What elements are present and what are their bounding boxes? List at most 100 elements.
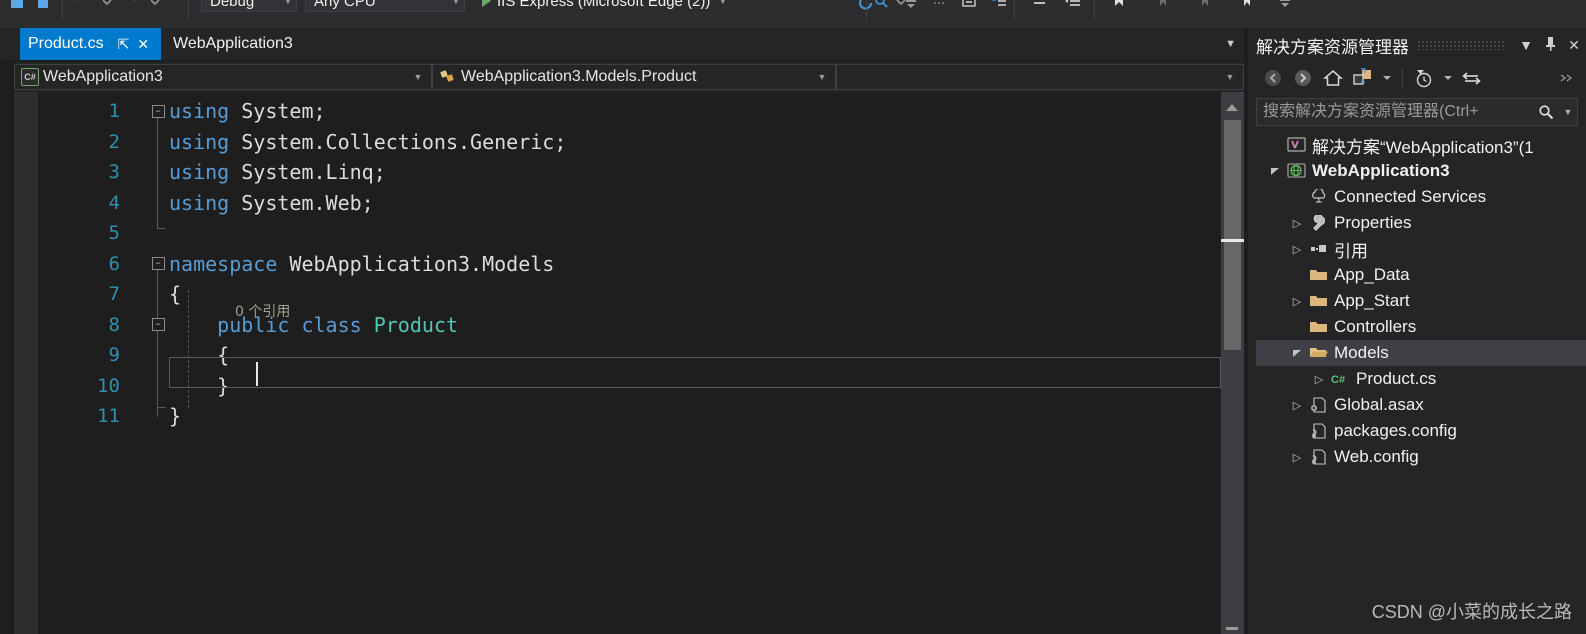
tree-item-models[interactable]: Models <box>1256 340 1586 366</box>
save-icon[interactable] <box>6 0 28 14</box>
code-line[interactable]: 8 − public class Product <box>38 310 1244 341</box>
solution-explorer-search[interactable]: ▼ <box>1256 98 1578 126</box>
tree-item-controllers[interactable]: Controllers <box>1256 314 1586 340</box>
fold-collapse-icon[interactable]: − <box>150 257 166 271</box>
close-icon[interactable]: ✕ <box>137 37 149 51</box>
expand-arrow-icon[interactable]: ▷ <box>1288 217 1306 230</box>
scrollbar-thumb[interactable] <box>1224 120 1241 350</box>
chevron-down-icon[interactable]: ▼ <box>409 72 427 82</box>
chevron-down-icon[interactable]: ▼ <box>813 72 831 82</box>
tree-item-web.config[interactable]: ▷ Web.config <box>1256 444 1586 470</box>
tree-item-webapplication31[interactable]: 解决方案“WebApplication3”(1 <box>1256 132 1586 158</box>
scroll-up-icon[interactable] <box>1226 104 1238 111</box>
expand-arrow-icon[interactable]: ▷ <box>1288 295 1306 308</box>
forward-icon[interactable] <box>1288 65 1318 91</box>
code-line[interactable]: 4 using System.Web; <box>38 188 1244 219</box>
collapse-arrow-icon[interactable] <box>1288 348 1306 358</box>
find-dropdown-icon[interactable] <box>900 0 922 14</box>
tree-item-global.asax[interactable]: ▷ Global.asax <box>1256 392 1586 418</box>
chevron-down-icon[interactable]: ▼ <box>448 0 464 6</box>
next-bookmark-icon[interactable] <box>1194 0 1216 14</box>
sync-with-active-document-icon[interactable] <box>1348 65 1378 91</box>
codelens-references[interactable]: 0 个引用 <box>235 301 290 321</box>
chevron-down-icon[interactable]: ▼ <box>280 0 296 6</box>
pin-icon[interactable] <box>1538 36 1562 55</box>
chevron-down-icon[interactable]: ▼ <box>718 0 727 6</box>
chevron-down-icon[interactable]: ▼ <box>1221 72 1239 82</box>
folder-icon <box>1306 319 1332 335</box>
code-line[interactable]: 2 using System.Collections.Generic; <box>38 127 1244 158</box>
tab-label: WebApplication3 <box>173 35 293 52</box>
panel-drag-grip[interactable] <box>1417 40 1506 50</box>
scroll-down-icon[interactable] <box>1226 627 1238 630</box>
tree-item-app_start[interactable]: ▷ App_Start <box>1256 288 1586 314</box>
tab-webapplication3[interactable]: WebApplication3 <box>165 28 311 60</box>
tree-item-packages.config[interactable]: packages.config <box>1256 418 1586 444</box>
code-line[interactable]: 3 using System.Linq; <box>38 157 1244 188</box>
line-number: 9 <box>108 344 120 367</box>
home-icon[interactable] <box>1318 65 1348 91</box>
expand-arrow-icon[interactable]: ▷ <box>1310 373 1328 386</box>
comment-icon[interactable] <box>958 0 980 14</box>
overflow-icon[interactable] <box>1274 0 1296 14</box>
code-line[interactable]: 6 − namespace WebApplication3.Models <box>38 249 1244 280</box>
editor-vertical-scrollbar[interactable] <box>1221 92 1244 634</box>
pending-changes-icon[interactable] <box>1409 65 1439 91</box>
search-icon[interactable] <box>1533 104 1559 120</box>
tree-item-[interactable]: ▷ 引用 <box>1256 236 1586 262</box>
code-editor[interactable]: 1− using System; 2 using System.Collections… <box>14 92 1244 634</box>
tab-product-cs[interactable]: Product.cs ⇱ ✕ <box>20 28 162 60</box>
code-line[interactable]: 5 <box>38 218 1244 249</box>
tree-item-properties[interactable]: ▷ Properties <box>1256 210 1586 236</box>
solution-platform-combo[interactable]: Any CPU ▼ <box>305 0 465 12</box>
tree-item-product.cs[interactable]: ▷ C# Product.cs <box>1256 366 1586 392</box>
refresh-icon[interactable] <box>1457 65 1487 91</box>
fold-collapse-icon[interactable]: − <box>150 318 166 332</box>
fold-collapse-icon[interactable]: − <box>150 104 166 118</box>
tree-item-label: Connected Services <box>1334 187 1487 206</box>
back-icon[interactable] <box>1258 65 1288 91</box>
sync-dropdown-icon[interactable] <box>1378 65 1396 91</box>
undo-dropdown-icon[interactable] <box>96 0 118 14</box>
expand-arrow-icon[interactable]: ▷ <box>1288 243 1306 256</box>
search-input[interactable] <box>1257 102 1533 122</box>
undo-icon[interactable] <box>72 0 94 14</box>
close-icon[interactable]: ✕ <box>1562 37 1586 54</box>
collapse-arrow-icon[interactable] <box>1266 166 1284 176</box>
tree-item-app_data[interactable]: App_Data <box>1256 262 1586 288</box>
redo-icon[interactable] <box>118 0 140 14</box>
start-debugging-button[interactable]: IIS Express (Microsoft Edge (2)) ▼ <box>482 0 727 12</box>
asax-file-icon <box>1306 397 1332 413</box>
expand-arrow-icon[interactable]: ▷ <box>1288 451 1306 464</box>
overflow-icon[interactable] <box>1552 65 1582 91</box>
save-all-icon[interactable] <box>34 0 56 14</box>
uncomment-icon[interactable] <box>988 0 1010 14</box>
more-icon[interactable] <box>928 0 950 14</box>
solution-configuration-combo[interactable]: Debug ▼ <box>201 0 297 12</box>
tree-item-webapplication3[interactable]: WebApplication3 <box>1256 158 1586 184</box>
tab-overflow-icon[interactable]: ▼ <box>1225 38 1236 50</box>
expand-arrow-icon[interactable]: ▷ <box>1288 399 1306 412</box>
bookmark-icon[interactable] <box>1108 0 1130 14</box>
redo-dropdown-icon[interactable] <box>144 0 166 14</box>
line-number: 8 <box>108 313 120 336</box>
pending-changes-dropdown-icon[interactable] <box>1439 65 1457 91</box>
prev-bookmark-icon[interactable] <box>1152 0 1174 14</box>
start-debugging-label: IIS Express (Microsoft Edge (2)) <box>497 0 711 10</box>
navbar-member-dropdown[interactable]: ▼ <box>836 64 1244 90</box>
window-dropdown-icon[interactable]: ▼ <box>1514 37 1538 53</box>
code-line[interactable]: 1 − using System; <box>38 96 1244 127</box>
clear-bookmarks-icon[interactable] <box>1236 0 1258 14</box>
indent-icon[interactable] <box>1028 0 1050 14</box>
navbar-type-dropdown[interactable]: WebApplication3.Models.Product ▼ <box>432 64 836 90</box>
chevron-down-icon[interactable]: ▼ <box>1559 107 1577 117</box>
outdent-icon[interactable] <box>1062 0 1084 14</box>
code-line[interactable]: 11} <box>38 401 1244 432</box>
code-line[interactable]: 7{ <box>38 279 1244 310</box>
editor-text-area[interactable]: 1− using System; 2 using System.Collections… <box>38 92 1244 634</box>
pin-icon[interactable]: ⇱ <box>118 37 130 51</box>
tree-item-connectedservices[interactable]: Connected Services <box>1256 184 1586 210</box>
find-icon[interactable] <box>872 0 894 14</box>
solution-tree[interactable]: 解决方案“WebApplication3”(1 WebApplication3 Co… <box>1256 132 1586 634</box>
navbar-project-dropdown[interactable]: C# WebApplication3 ▼ <box>14 64 432 90</box>
